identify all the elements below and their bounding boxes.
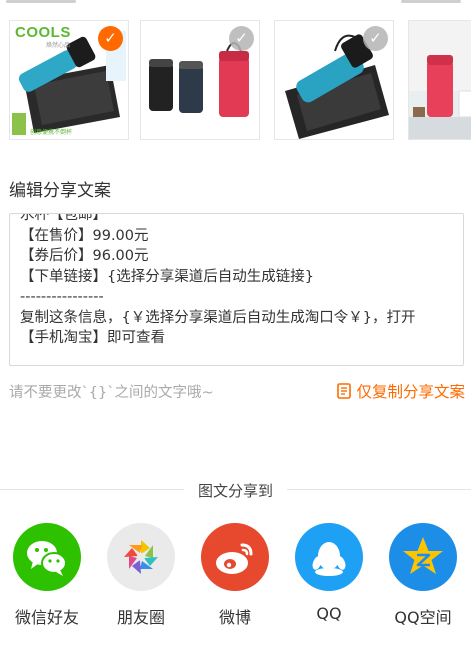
top-right-remnant <box>401 0 461 3</box>
share-moments-label: 朋友圈 <box>116 608 165 627</box>
share-wechat-button[interactable]: 微信好友 <box>0 523 94 628</box>
product-thumbnail-1[interactable]: COOLS 焕然心品 创意便携不倒杯 ✓ <box>9 20 129 140</box>
share-text-line[interactable]: 【下单链接】{选择分享渠道后自动生成链接} <box>20 267 455 288</box>
share-qzone-label: QQ空间 <box>394 608 452 627</box>
share-qq-label: QQ <box>316 604 342 623</box>
section-title: 编辑分享文案 <box>9 181 111 201</box>
copy-text-only-button[interactable]: 仅复制分享文案 <box>337 380 465 402</box>
share-qzone-button[interactable]: QQ空间 <box>376 523 470 628</box>
product-thumbnail-2[interactable]: ✓ <box>140 20 260 140</box>
share-section-title: 图文分享到 <box>0 480 471 501</box>
share-weibo-button[interactable]: 微博 <box>188 523 282 628</box>
product-image-4 <box>409 21 471 139</box>
copy-button-label: 仅复制分享文案 <box>356 383 465 401</box>
wechat-icon <box>13 523 81 591</box>
selected-check-icon[interactable]: ✓ <box>98 26 123 51</box>
share-weibo-label: 微博 <box>218 608 251 627</box>
brand-logo: COOLS <box>15 24 71 41</box>
share-text-line[interactable]: 复制这条信息，{￥选择分享渠道后自动生成淘口令￥}，打开 <box>20 308 455 329</box>
share-text-line[interactable]: 水杯【包邮】 <box>20 214 455 226</box>
brand-subtitle: 焕然心品 <box>46 42 71 49</box>
unselected-check-icon[interactable]: ✓ <box>229 26 254 51</box>
edit-hint: 请不要更改`{}`之间的文字哦~ <box>9 385 214 401</box>
product-thumbnail-3[interactable]: ✓ <box>274 20 394 140</box>
share-title-text: 图文分享到 <box>183 482 287 500</box>
qzone-icon <box>389 523 457 591</box>
moments-icon <box>107 523 175 591</box>
product-image-strip: COOLS 焕然心品 创意便携不倒杯 ✓ ✓ ✓ <box>0 20 471 142</box>
qq-icon <box>295 523 363 591</box>
share-moments-button[interactable]: 朋友圈 <box>94 523 188 628</box>
top-left-remnant <box>6 0 76 3</box>
share-text-editor[interactable]: 水杯【包邮】 【在售价】99.00元 【券后价】96.00元 【下单链接】{选择分享渠… <box>9 213 464 366</box>
unselected-check-icon[interactable]: ✓ <box>363 26 388 51</box>
weibo-icon <box>201 523 269 591</box>
top-bar-remnant <box>0 0 471 6</box>
share-wechat-label: 微信好友 <box>14 608 79 627</box>
share-text-line[interactable]: 【券后价】96.00元 <box>20 246 455 267</box>
share-text-line[interactable]: 【在售价】99.00元 <box>20 226 455 247</box>
share-text-line[interactable]: 【手机淘宝】即可查看 <box>20 328 455 349</box>
copy-icon <box>337 383 352 399</box>
share-text-content[interactable]: 水杯【包邮】 【在售价】99.00元 【券后价】96.00元 【下单链接】{选择分享渠… <box>20 214 455 349</box>
share-qq-button[interactable]: QQ <box>282 523 376 623</box>
product-thumbnail-4[interactable] <box>408 20 471 140</box>
share-targets: 微信好友 朋友圈 微博 QQ QQ空间 <box>0 523 471 633</box>
share-text-line[interactable]: ---------------- <box>20 287 455 308</box>
product-slogan: 创意便携不倒杯 <box>30 129 73 136</box>
